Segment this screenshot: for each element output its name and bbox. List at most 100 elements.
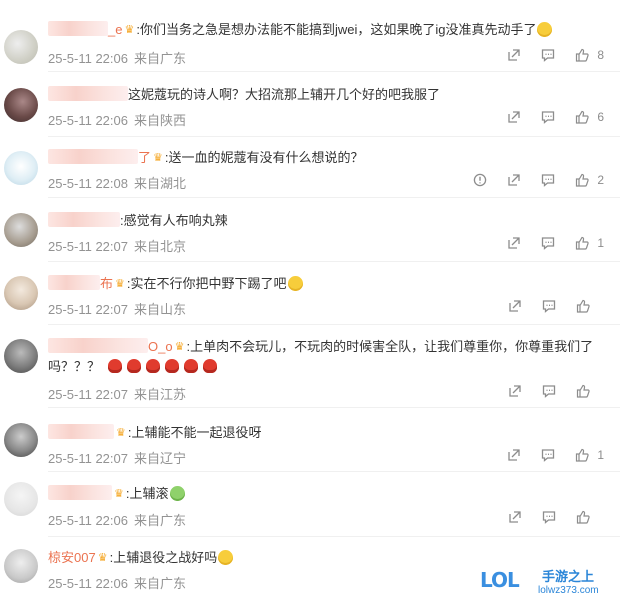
like-icon — [576, 236, 589, 250]
username-blurred[interactable] — [48, 212, 120, 227]
emoji-icon — [127, 359, 142, 373]
avatar[interactable] — [4, 423, 38, 457]
like-count: 2 — [597, 173, 604, 187]
avatar[interactable] — [4, 30, 38, 64]
comment-meta: 25-5-11 22:06 来自广东 — [48, 48, 186, 67]
comment-actions: 6 — [507, 110, 604, 124]
comment-actions: 8 — [507, 48, 604, 62]
share-icon[interactable] — [508, 510, 522, 524]
comment-location: 来自江苏 — [134, 387, 187, 402]
comment-icon[interactable] — [541, 236, 555, 250]
emoji-icon — [537, 22, 553, 37]
comment-meta: 25-5-11 22:06 来自广东 — [48, 510, 186, 529]
avatar[interactable] — [4, 151, 38, 185]
share-icon[interactable] — [507, 110, 521, 124]
comment-meta: 25-5-11 22:07 来自北京 — [48, 236, 186, 255]
comment-time: 25-5-11 22:06 — [48, 513, 128, 528]
comment-icon[interactable] — [541, 448, 555, 462]
comment-item: O_o ♛:上单肉不会玩儿，不玩肉的时候害全队，让我们尊重你，你尊重我们了吗？？？… — [0, 325, 620, 405]
comment-item: :感觉有人布响丸辣 25-5-11 22:07 来自北京 1 — [0, 198, 620, 258]
emoji-icon — [184, 359, 199, 373]
comment-time: 25-5-11 22:06 — [48, 51, 128, 66]
comment-location: 来自湖北 — [134, 176, 187, 191]
crown-icon: ♛ — [115, 278, 125, 290]
comment-location: 来自陕西 — [134, 113, 187, 128]
emoji-group — [108, 359, 222, 374]
share-icon[interactable] — [508, 384, 522, 398]
share-icon[interactable] — [508, 299, 522, 313]
comment-icon[interactable] — [541, 48, 555, 62]
share-icon[interactable] — [507, 236, 521, 250]
emoji-icon — [108, 359, 123, 373]
comment-item: 了 ♛:送一血的妮蔻有没有什么想说的？ 25-5-11 22:08 来自湖北 2 — [0, 137, 620, 197]
comment-actions — [508, 384, 604, 398]
comment-meta: 25-5-11 22:06 来自陕西 — [48, 110, 186, 129]
comment-icon[interactable] — [542, 384, 556, 398]
comment-body: 了 ♛:送一血的妮蔻有没有什么想说的？ — [48, 148, 364, 168]
share-icon[interactable] — [507, 173, 521, 187]
comment-text: :上辅滚 — [125, 486, 169, 501]
username-blurred[interactable] — [48, 21, 108, 36]
like-icon — [576, 299, 590, 313]
avatar[interactable] — [4, 213, 38, 247]
username-blurred[interactable] — [48, 86, 128, 101]
comment-body: ♛:上辅滚 — [48, 484, 185, 504]
username-blurred[interactable] — [48, 338, 148, 353]
avatar[interactable] — [4, 276, 38, 310]
crown-icon: ♛ — [124, 24, 135, 36]
comment-text: :感觉有人布响丸辣 — [120, 213, 228, 228]
avatar[interactable] — [4, 482, 38, 516]
comment-text: :上辅能不能一起退役呀 — [127, 425, 262, 440]
comment-body: 布 ♛:实在不行你把中野下踢了吧 — [48, 274, 303, 294]
comment-item: ♛:上辅能不能一起退役呀 25-5-11 22:07 来自辽宁 1 — [0, 408, 620, 468]
like-button[interactable] — [576, 384, 604, 398]
crown-icon: ♛ — [174, 341, 185, 353]
username-blurred[interactable] — [48, 424, 114, 439]
emoji-icon — [169, 486, 185, 501]
avatar[interactable] — [4, 549, 38, 583]
comment-actions — [508, 510, 604, 524]
comment-body: _e ♛:你们当务之急是想办法能不能搞到jwei，这如果晚了ig没准真先动手了 — [48, 20, 553, 40]
username-suffix[interactable]: 了 — [138, 150, 151, 165]
comment-time: 25-5-11 22:07 — [48, 387, 128, 402]
comment-icon[interactable] — [541, 173, 555, 187]
like-button[interactable]: 6 — [575, 110, 604, 124]
comment-actions: 1 — [507, 236, 604, 250]
like-button[interactable]: 2 — [575, 173, 604, 187]
username-blurred[interactable] — [48, 485, 112, 500]
comment-icon[interactable] — [541, 110, 555, 124]
watermark-lol: LOL — [480, 568, 520, 592]
username-blurred[interactable] — [48, 275, 100, 290]
like-button[interactable]: 1 — [575, 448, 604, 462]
comment-text: 这妮蔻玩的诗人啊？大招流那上辅开几个好的吧我服了 — [128, 87, 441, 102]
comment-meta: 25-5-11 22:07 来自江苏 — [48, 384, 186, 403]
username-suffix[interactable]: O_o — [148, 339, 173, 354]
share-icon[interactable] — [507, 448, 521, 462]
crown-icon: ♛ — [114, 488, 124, 500]
like-button[interactable] — [576, 510, 604, 524]
comment-time: 25-5-11 22:07 — [48, 239, 128, 254]
like-icon — [576, 48, 589, 62]
like-button[interactable] — [576, 299, 604, 313]
like-button[interactable]: 1 — [575, 236, 604, 250]
username-blurred[interactable] — [48, 149, 138, 164]
like-button[interactable]: 8 — [575, 48, 604, 62]
username-suffix[interactable]: 布 — [100, 276, 113, 291]
share-icon[interactable] — [507, 48, 521, 62]
avatar[interactable] — [4, 88, 38, 122]
username[interactable]: 椋安007 — [48, 550, 96, 565]
username-suffix[interactable]: _e — [108, 22, 122, 37]
crown-icon: ♛ — [153, 152, 163, 164]
comment-location: 来自北京 — [134, 239, 187, 254]
comment-icon[interactable] — [542, 299, 556, 313]
comment-icon[interactable] — [542, 510, 556, 524]
like-icon — [576, 384, 590, 398]
comment-actions: 1 — [507, 448, 604, 462]
comment-item: 这妮蔻玩的诗人啊？大招流那上辅开几个好的吧我服了 25-5-11 22:06 来自… — [0, 72, 620, 132]
comment-meta: 25-5-11 22:06 来自广东 — [48, 573, 186, 592]
watermark-url: lolwz373.com — [538, 585, 599, 596]
comment-time: 25-5-11 22:06 — [48, 113, 128, 128]
comment-actions — [508, 299, 604, 313]
avatar[interactable] — [4, 339, 38, 373]
report-icon[interactable] — [473, 173, 487, 187]
